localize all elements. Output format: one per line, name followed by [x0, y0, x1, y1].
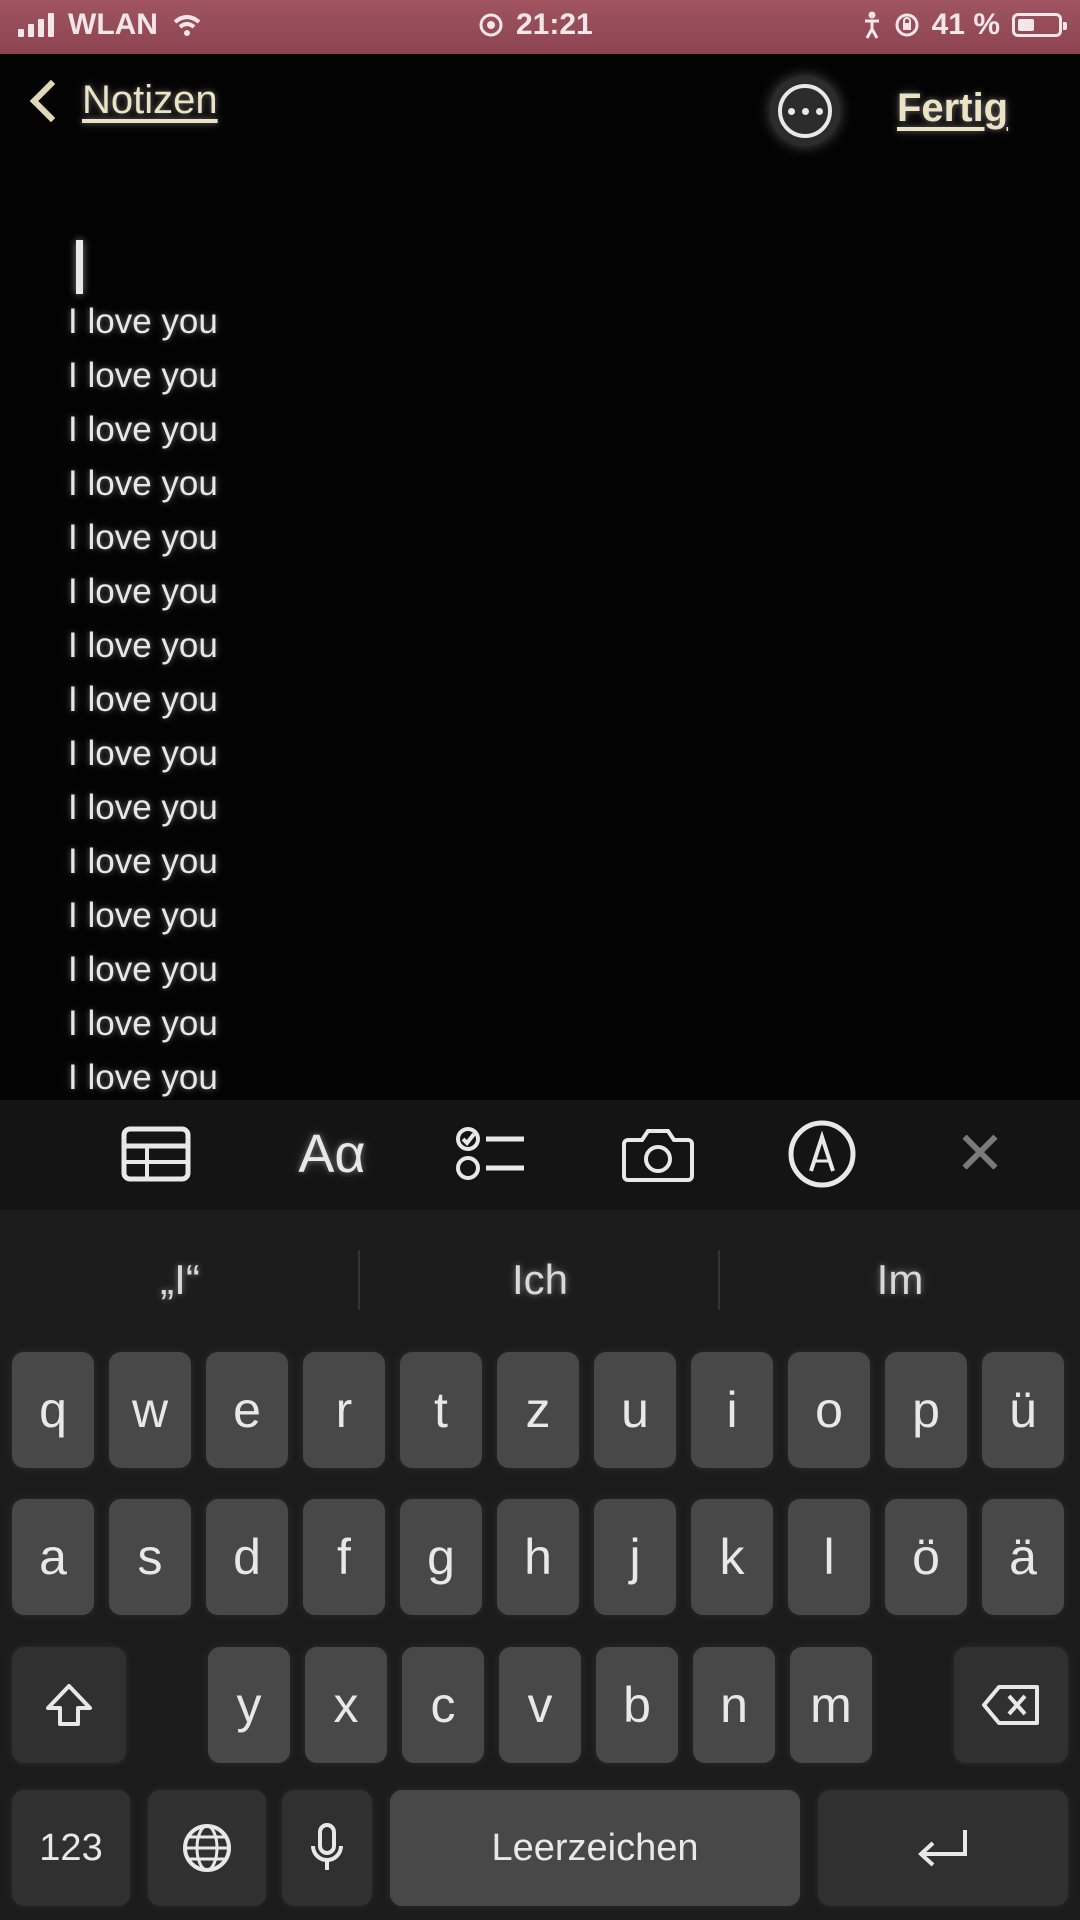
note-line: I love you: [68, 464, 218, 503]
key-d[interactable]: d: [206, 1499, 288, 1615]
note-line: I love you: [68, 410, 218, 449]
key-j[interactable]: j: [594, 1499, 676, 1615]
done-button[interactable]: Fertig: [897, 86, 1008, 131]
globe-icon: [183, 1824, 231, 1872]
key-m[interactable]: m: [790, 1647, 872, 1763]
key-p[interactable]: p: [885, 1352, 967, 1468]
key-q[interactable]: q: [12, 1352, 94, 1468]
back-button[interactable]: Notizen: [26, 78, 218, 123]
prediction-3[interactable]: Im: [760, 1250, 1040, 1310]
text-cursor: [76, 240, 83, 294]
key-f[interactable]: f: [303, 1499, 385, 1615]
markup-icon[interactable]: [782, 1118, 862, 1190]
note-line: I love you: [68, 788, 218, 827]
backspace-icon: [982, 1685, 1039, 1725]
key-k[interactable]: k: [691, 1499, 773, 1615]
shift-key[interactable]: [12, 1647, 126, 1763]
note-line: I love you: [68, 950, 218, 989]
dictation-key[interactable]: [282, 1790, 372, 1906]
key-ö[interactable]: ö: [885, 1499, 967, 1615]
key-r[interactable]: r: [303, 1352, 385, 1468]
key-s[interactable]: s: [109, 1499, 191, 1615]
microphone-icon: [311, 1823, 343, 1870]
key-z[interactable]: z: [497, 1352, 579, 1468]
rotation-lock-icon: [895, 13, 919, 37]
carrier-label: WLAN: [68, 8, 158, 41]
text-format-icon[interactable]: Aα: [282, 1118, 382, 1190]
table-icon[interactable]: [116, 1118, 196, 1190]
note-line: I love you: [68, 572, 218, 611]
note-line: I love you: [68, 734, 218, 773]
signal-icon: [18, 13, 54, 37]
return-icon: [918, 1830, 967, 1867]
note-line: I love you: [68, 842, 218, 881]
key-t[interactable]: t: [400, 1352, 482, 1468]
key-g[interactable]: g: [400, 1499, 482, 1615]
prediction-2[interactable]: Ich: [400, 1250, 680, 1310]
note-line: I love you: [68, 896, 218, 935]
checklist-icon[interactable]: [452, 1118, 532, 1190]
focus-mode-icon: [479, 13, 503, 37]
key-y[interactable]: y: [208, 1647, 290, 1763]
battery-icon: [1012, 13, 1067, 37]
note-line: I love you: [68, 1058, 218, 1097]
note-body[interactable]: I love you I love you I love you I love you…: [68, 295, 218, 1105]
prediction-divider: [718, 1250, 720, 1310]
key-ü[interactable]: ü: [982, 1352, 1064, 1468]
return-key[interactable]: [818, 1790, 1068, 1906]
camera-icon[interactable]: [618, 1118, 698, 1190]
wifi-icon: [173, 15, 201, 36]
chevron-left-icon: [29, 79, 73, 122]
prediction-1[interactable]: „I“: [40, 1250, 320, 1310]
battery-percent: 41 %: [931, 8, 1000, 41]
key-h[interactable]: h: [497, 1499, 579, 1615]
note-line: I love you: [68, 626, 218, 665]
key-n[interactable]: n: [693, 1647, 775, 1763]
globe-key[interactable]: [148, 1790, 266, 1906]
close-icon[interactable]: ✕: [950, 1118, 1010, 1190]
accessibility-icon: [864, 11, 879, 39]
space-key[interactable]: Leerzeichen: [390, 1790, 800, 1906]
key-o[interactable]: o: [788, 1352, 870, 1468]
shift-icon: [46, 1684, 92, 1726]
key-u[interactable]: u: [594, 1352, 676, 1468]
key-l[interactable]: l: [788, 1499, 870, 1615]
note-line: I love you: [68, 302, 218, 341]
clock: 21:21: [516, 8, 593, 41]
key-a[interactable]: a: [12, 1499, 94, 1615]
delete-key[interactable]: [954, 1647, 1068, 1763]
formatting-toolbar: Aα ✕: [0, 1100, 1080, 1210]
key-b[interactable]: b: [596, 1647, 678, 1763]
note-line: I love you: [68, 1004, 218, 1043]
key-i[interactable]: i: [691, 1352, 773, 1468]
key-w[interactable]: w: [109, 1352, 191, 1468]
prediction-divider: [358, 1250, 360, 1310]
key-v[interactable]: v: [499, 1647, 581, 1763]
note-line: I love you: [68, 356, 218, 395]
key-x[interactable]: x: [305, 1647, 387, 1763]
status-bar: WLAN 21:21 41 %: [0, 0, 1080, 54]
key-e[interactable]: e: [206, 1352, 288, 1468]
numbers-key[interactable]: 123: [12, 1790, 130, 1906]
note-line: I love you: [68, 518, 218, 557]
note-line: I love you: [68, 680, 218, 719]
key-c[interactable]: c: [402, 1647, 484, 1763]
back-label: Notizen: [82, 78, 218, 122]
key-ä[interactable]: ä: [982, 1499, 1064, 1615]
more-options-button[interactable]: [770, 76, 840, 146]
